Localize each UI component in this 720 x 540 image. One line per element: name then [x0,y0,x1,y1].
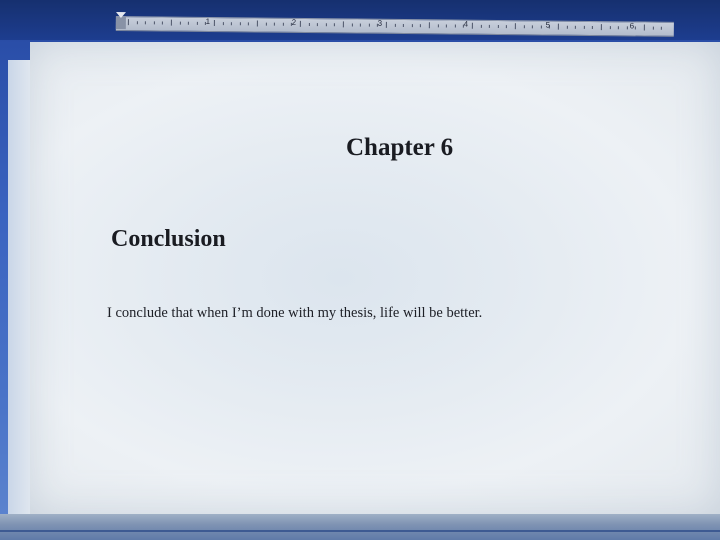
ruler-tick [652,26,654,30]
section-heading: Conclusion [111,226,226,252]
ruler-tick [592,25,594,29]
ruler-tick [334,23,336,27]
ruler-tick [145,21,147,25]
ruler-tick [394,23,396,27]
ruler-tick [497,24,499,29]
ruler-number-4: 4 [463,19,469,29]
ruler-tick [420,24,422,28]
status-bar [0,514,720,540]
body-paragraph: I conclude that when I’m done with my th… [107,305,483,321]
ruler-tick [308,23,310,27]
ruler-tick [471,22,473,29]
ruler-tick [265,22,267,26]
ruler-number-1: 1 [205,16,211,26]
ruler-tick [239,22,241,26]
ruler-tick [274,22,276,26]
ruler-tick [162,21,164,25]
ruler-tick [153,21,155,25]
ruler-tick [437,24,439,28]
ruler-tick [626,26,628,30]
ruler-number-5: 5 [545,20,551,30]
ruler-tick [196,21,198,25]
ruler-tick [222,22,224,26]
ruler-tick [342,21,344,28]
document-page[interactable] [30,42,720,514]
ruler-tick [643,24,645,31]
ruler-tick [325,23,327,27]
ruler-tick [213,20,215,27]
ruler-tick [446,24,448,28]
ruler-tick [454,24,456,28]
ruler-tick [179,21,181,25]
ruler-tick [489,24,491,28]
ruler-tick [136,21,138,25]
taskbar-edge [0,530,720,532]
ruler-tick [256,20,258,27]
ruler-number-6: 6 [629,21,635,31]
ruler-tick [480,24,482,28]
ruler-tick [231,22,233,26]
ruler-tick [127,19,129,26]
ruler-number-2: 2 [291,17,297,27]
ruler-tick [583,25,585,29]
ruler-tick [514,23,516,30]
ruler-tick [600,24,602,31]
ruler-tick [557,23,559,30]
ruler-tick [351,23,353,27]
ruler-tick [385,21,387,28]
ruler-tick [532,25,534,29]
ruler-tick [403,24,405,28]
ruler-tick [575,25,577,29]
ruler-tick [317,23,319,27]
ruler-tick [506,25,508,29]
ruler-tick [170,19,172,26]
ruler-tick [540,25,542,29]
ruler-tick [248,22,250,26]
ruler-tick [523,25,525,29]
ruler-tick [618,26,620,30]
ruler-tick [299,20,301,27]
ruler-tick [428,22,430,29]
ruler-tick [282,22,284,26]
ruler-number-3: 3 [377,18,383,28]
ruler-tick [360,23,362,27]
ruler-tick [188,21,190,25]
ruler-tick [566,25,568,29]
ruler-tick [661,26,663,30]
ruler-tick [635,26,637,30]
first-line-indent-marker[interactable] [115,12,126,19]
ruler-tick [609,26,611,30]
chapter-title: Chapter 6 [346,134,454,161]
ruler-tick [411,24,413,28]
ruler-tick [368,23,370,27]
